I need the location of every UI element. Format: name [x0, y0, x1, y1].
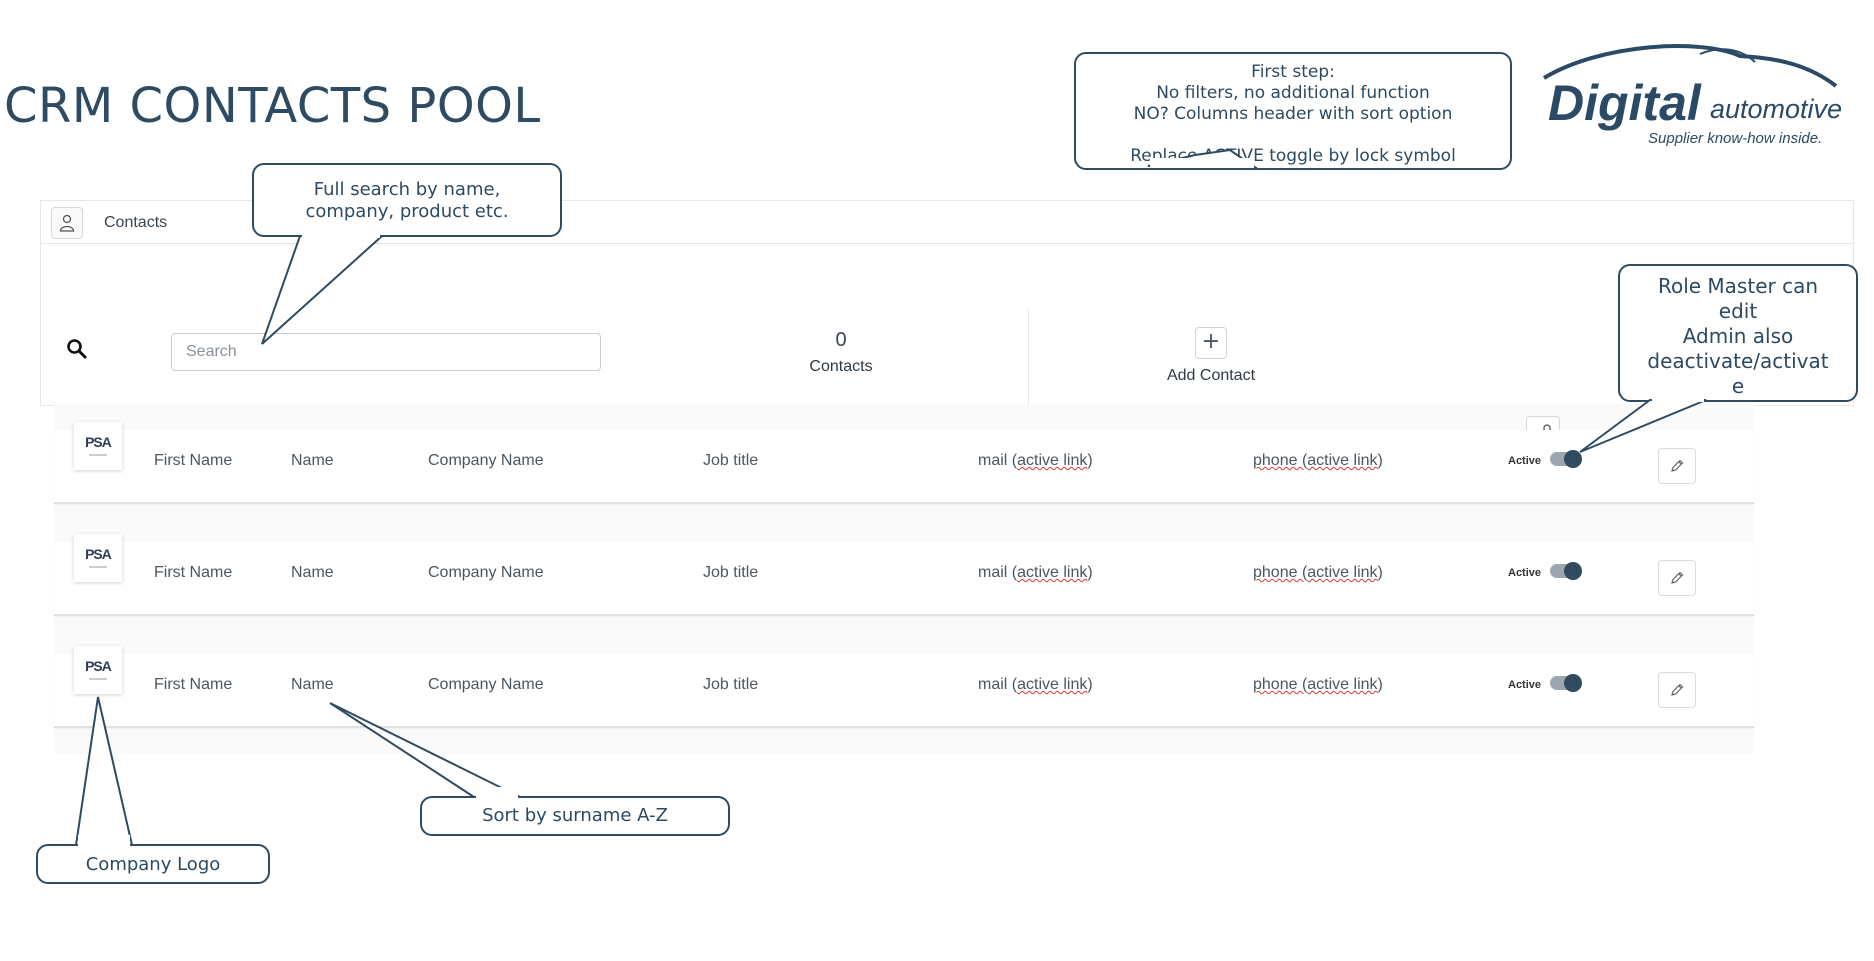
row-mail[interactable]: mail (active link) [978, 676, 1093, 694]
callout-role-master: Role Master can edit Admin also deactiva… [1618, 264, 1858, 402]
row-mail-link[interactable]: active link [1017, 676, 1087, 693]
row-phone-suffix: ) [1377, 676, 1383, 693]
row-phone-suffix: ) [1377, 564, 1383, 581]
pencil-icon [1671, 683, 1684, 696]
table-row: PSA First Name Name Company Name Job title ma… [54, 646, 1754, 728]
row-company: Company Name [428, 564, 544, 581]
row-status-label: Active [1508, 455, 1542, 467]
row-mail-link[interactable]: active link [1017, 564, 1087, 581]
row-job-title: Job title [703, 452, 759, 469]
callout-line: e [1731, 374, 1745, 398]
edit-button[interactable] [1658, 672, 1696, 708]
row-phone-suffix: ) [1377, 452, 1383, 469]
row-job-title: Job title [703, 564, 759, 581]
callout-sort: Sort by surname A-Z [420, 796, 730, 836]
row-job-title: Job title [703, 676, 759, 693]
callout-first-step: First step: No filters, no additional fu… [1074, 52, 1512, 170]
row-mail-link[interactable]: active link [1017, 452, 1087, 469]
company-logo: PSA [74, 422, 122, 470]
row-mail[interactable]: mail (active link) [978, 452, 1093, 470]
company-logo-text: PSA [85, 658, 112, 674]
row-phone-link[interactable]: active link [1307, 564, 1377, 581]
row-first-name: First Name [154, 452, 233, 469]
row-first-name: First Name [154, 676, 233, 693]
row-phone-link[interactable]: active link [1307, 452, 1377, 469]
callout-line: First step: [1251, 62, 1335, 82]
active-toggle[interactable] [1550, 562, 1582, 580]
row-phone[interactable]: phone (active link) [1253, 676, 1383, 694]
row-mail-suffix: ) [1087, 564, 1093, 581]
callout-line: Role Master can [1657, 274, 1819, 298]
edit-button[interactable] [1658, 448, 1696, 484]
edit-button[interactable] [1658, 560, 1696, 596]
toggle-knob [1564, 562, 1582, 580]
row-mail-prefix: mail ( [978, 676, 1018, 693]
contacts-counter: 0 Contacts [741, 329, 941, 376]
active-toggle[interactable] [1550, 450, 1582, 468]
logo-brand: Digital [1548, 75, 1701, 131]
logo-tagline: Supplier know-how inside. [1648, 130, 1823, 147]
company-logo: PSA [74, 646, 122, 694]
page-title: CRM CONTACTS POOL [4, 78, 541, 134]
callout-line: Full search by name, [313, 179, 501, 200]
plus-icon[interactable]: + [1195, 327, 1227, 359]
add-contact-label[interactable]: Add Contact [1131, 367, 1291, 385]
row-phone[interactable]: phone (active link) [1253, 452, 1383, 470]
row-mail-prefix: mail ( [978, 452, 1018, 469]
company-logo-text: PSA [85, 434, 112, 450]
row-mail[interactable]: mail (active link) [978, 564, 1093, 582]
row-status-label: Active [1508, 679, 1542, 691]
table-row: PSA First Name Name Company Name Job title ma… [54, 422, 1754, 504]
digital-automotive-logo: Digital automotive Supplier know-how ins… [1540, 36, 1843, 148]
row-phone-link[interactable]: active link [1307, 676, 1377, 693]
pencil-icon [1671, 571, 1684, 584]
callout-line: No filters, no additional function [1156, 83, 1430, 103]
row-first-name: First Name [154, 564, 233, 581]
callout-full-search: Full search by name, company, product et… [252, 163, 562, 237]
panel-header-label: Contacts [104, 214, 168, 231]
search-input[interactable]: Search [171, 333, 601, 371]
row-mail-prefix: mail ( [978, 564, 1018, 581]
callout-line: Replace ACTIVE toggle by lock symbol [1130, 146, 1456, 166]
callout-line: company, product etc. [305, 201, 509, 222]
row-name: Name [291, 452, 334, 469]
row-mail-suffix: ) [1087, 452, 1093, 469]
row-mail-suffix: ) [1087, 676, 1093, 693]
toggle-knob [1564, 450, 1582, 468]
row-phone-prefix: phone ( [1253, 564, 1308, 581]
active-toggle[interactable] [1550, 674, 1582, 692]
row-phone-prefix: phone ( [1253, 452, 1308, 469]
contacts-count-label: Contacts [809, 358, 873, 375]
callout-line: NO? Columns header with sort option [1133, 104, 1453, 124]
callout-company-logo: Company Logo [36, 844, 270, 884]
contacts-count-value: 0 [835, 329, 847, 351]
add-contact-button[interactable]: + Add Contact [1131, 327, 1291, 385]
callout-line: Admin also [1682, 324, 1794, 348]
row-status-label: Active [1508, 567, 1542, 579]
row-name: Name [291, 676, 334, 693]
table-row: PSA First Name Name Company Name Job title ma… [54, 534, 1754, 616]
contact-person-icon[interactable] [51, 207, 83, 239]
company-logo: PSA [74, 534, 122, 582]
pencil-icon [1671, 459, 1684, 472]
company-logo-text: PSA [85, 546, 112, 562]
row-company: Company Name [428, 452, 544, 469]
row-company: Company Name [428, 676, 544, 693]
toggle-knob [1564, 674, 1582, 692]
callout-line: deactivate/activat [1647, 349, 1829, 373]
row-phone-prefix: phone ( [1253, 676, 1308, 693]
callout-line: edit [1718, 299, 1758, 323]
search-icon[interactable] [65, 337, 89, 365]
row-name: Name [291, 564, 334, 581]
callout-line [1076, 125, 1510, 146]
logo-brand-suffix: automotive [1710, 94, 1843, 124]
divider [1028, 309, 1029, 405]
row-phone[interactable]: phone (active link) [1253, 564, 1383, 582]
